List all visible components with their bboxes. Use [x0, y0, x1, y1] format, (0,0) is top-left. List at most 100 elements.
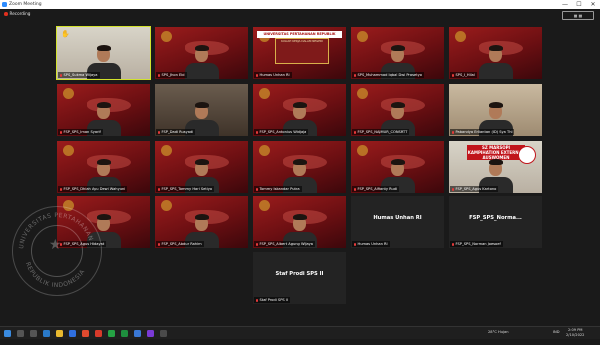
participant-tile[interactable]: Tommy Iskandar Putra: [253, 141, 346, 193]
participant-name: FSP_SPS_Tommy Hari Setiyo: [161, 187, 213, 191]
person-hair: [488, 102, 503, 108]
muted-mic-icon: [256, 187, 258, 191]
participant-name-label: FSP_SPS_Norman Joesoef: [450, 241, 503, 247]
muted-mic-icon: [452, 130, 454, 134]
window-title: Zoom Meeting: [9, 2, 42, 7]
muted-mic-icon: [354, 242, 356, 246]
shared-screen-banner: UNIVERSITAS PERTAHANAN REPUBLIK INDONESI…: [257, 31, 342, 43]
participant-name: Humas Unhan RI: [259, 73, 290, 77]
muted-mic-icon: [158, 242, 160, 246]
person-hair: [292, 214, 307, 220]
participant-name: SPS_Sukma Wijaya: [63, 73, 98, 77]
muted-mic-icon: [256, 298, 258, 302]
file-explorer-icon[interactable]: [56, 329, 63, 337]
participant-tile[interactable]: ✋ SPS_Sukma Wijaya: [56, 26, 151, 80]
muted-mic-icon: [452, 187, 454, 191]
close-button[interactable]: ✕: [586, 0, 600, 9]
maximize-button[interactable]: ☐: [572, 0, 586, 9]
participant-tile[interactable]: SPS_Jhon Ebi: [155, 27, 248, 79]
windows-taskbar: 28°C Hujan IND 2:09 PM 2/10/2022: [0, 326, 600, 339]
participant-name-label: SPS_Sukma Wijaya: [58, 72, 100, 78]
muted-mic-icon: [452, 73, 454, 77]
participant-name: FSP_SPS_Antonius Widjaja: [259, 130, 307, 134]
participant-tile[interactable]: SZ MARSOPI KAMPIHATION EXTERNAL AUSWOMEN…: [449, 141, 542, 193]
participant-name: SPS_Jhon Ebi: [161, 73, 185, 77]
participant-name: FSP_Dadi Rusyadi: [161, 130, 194, 134]
participant-display-name: Staf Prodi SPS II: [275, 271, 324, 277]
participant-tile[interactable]: Humas Unhan RI Humas Unhan RI: [351, 196, 444, 248]
participant-name-label: FSP_SPS_Agus Kartono: [450, 186, 499, 192]
task-view-icon[interactable]: [30, 329, 37, 337]
participant-name: SPS_Muhammad Iqbal Dwi Prasetyo: [357, 73, 422, 77]
participant-name: FSP_SPS_Albert Agung Wijaya: [259, 242, 313, 246]
participant-tile[interactable]: SPS_I_Hilal: [449, 27, 542, 79]
participant-name-label: FSP_Dadi Rusyadi: [156, 129, 196, 135]
participant-name-label: Humas Unhan RI: [254, 72, 292, 78]
participant-name: FSP_SPS_Dhiah Ayu Dewi Wahyuni: [63, 187, 126, 191]
recording-indicator[interactable]: Recording: [4, 10, 30, 18]
search-icon[interactable]: [17, 329, 24, 337]
shared-slide: KULIAH KERJA DALAM NEGERI: [275, 38, 329, 64]
participant-name-label: FSP_SPS_Iman Syarif: [58, 129, 103, 135]
muted-mic-icon: [256, 242, 258, 246]
participant-name-label: SPS_I_Hilal: [450, 72, 477, 78]
zoom-taskbar-icon[interactable]: [134, 329, 141, 337]
app-icon[interactable]: [147, 329, 154, 337]
person-hair: [194, 45, 209, 51]
participant-name-label: FSP_SPS_Tommy Hari Setiyo: [156, 186, 215, 192]
participant-tile[interactable]: FSP_SPS_Antonius Widjaja: [253, 84, 346, 136]
muted-mic-icon: [354, 187, 356, 191]
participant-tile[interactable]: FSP_SPS_Alfianty Rudi: [351, 141, 444, 193]
seal-bottom-text: REPUBLIK INDONESIA: [24, 261, 87, 289]
start-icon[interactable]: [4, 329, 11, 337]
participant-tile[interactable]: FSP_SPS_Albert Agung Wijaya: [253, 196, 346, 248]
participant-tile[interactable]: FSP_Dadi Rusyadi: [155, 84, 248, 136]
person-hair: [194, 159, 209, 165]
participant-name: Pabandya Erliantan (ID) Sya Thl: [455, 130, 513, 134]
grid-view-icon: ▦ ▦: [573, 13, 583, 18]
participant-name-label: FSP_SPS_NAJMUR_CONSRTT: [352, 129, 410, 135]
edge-browser-icon[interactable]: [43, 329, 50, 337]
person-hair: [96, 45, 111, 51]
powerpoint-icon[interactable]: [82, 329, 89, 337]
participant-tile[interactable]: UNIVERSITAS PERTAHANAN REPUBLIK INDONESI…: [253, 27, 346, 79]
participant-tile[interactable]: FSP_SPS_NAJMUR_CONSRTT: [351, 84, 444, 136]
whatsapp-icon[interactable]: [108, 329, 115, 337]
participant-name: FSP_SPS_NAJMUR_CONSRTT: [357, 130, 408, 134]
participant-name: Humas Unhan RI: [357, 242, 388, 246]
excel-icon[interactable]: [121, 329, 128, 337]
settings-icon[interactable]: [160, 329, 167, 337]
recording-label: Recording: [9, 11, 31, 16]
participant-tile[interactable]: FSP_SPS_Tommy Hari Setiyo: [155, 141, 248, 193]
participant-tile[interactable]: Staf Prodi SPS II Staf Prodi SPS II: [253, 252, 346, 304]
participant-display-name: FSP_SPS_Norma...: [469, 215, 522, 221]
person-hair: [390, 102, 405, 108]
participant-tile[interactable]: FSP_SPS_Dhiah Ayu Dewi Wahyuni: [57, 141, 150, 193]
participant-name: FSP_SPS_Norman Joesoef: [455, 242, 501, 246]
person-hair: [292, 159, 307, 165]
participant-name-label: Tommy Iskandar Putra: [254, 186, 302, 192]
clock-date[interactable]: 2/10/2022: [566, 333, 584, 345]
language-indicator[interactable]: IND: [553, 330, 560, 342]
muted-mic-icon: [256, 130, 258, 134]
minimize-button[interactable]: —: [558, 0, 572, 9]
participant-tile[interactable]: Pabandya Erliantan (ID) Sya Thl: [449, 84, 542, 136]
participant-name-label: SPS_Muhammad Iqbal Dwi Prasetyo: [352, 72, 424, 78]
weather-widget[interactable]: 28°C Hujan: [488, 330, 508, 342]
word-icon[interactable]: [69, 329, 76, 337]
participant-name: SPS_I_Hilal: [455, 73, 475, 77]
participant-tile[interactable]: FSP_SPS_Abdur Rahim: [155, 196, 248, 248]
participant-name-label: FSP_SPS_Alfianty Rudi: [352, 186, 400, 192]
participant-tile[interactable]: FSP_SPS_Norma... FSP_SPS_Norman Joesoef: [449, 196, 542, 248]
muted-mic-icon: [354, 73, 356, 77]
muted-mic-icon: [60, 130, 62, 134]
chrome-icon[interactable]: [95, 329, 102, 337]
view-layout-button[interactable]: ▦ ▦: [562, 11, 594, 20]
participant-tile[interactable]: FSP_SPS_Iman Syarif: [57, 84, 150, 136]
participant-name: Staf Prodi SPS II: [259, 298, 288, 302]
participant-tile[interactable]: FSP_SPS_Agus Hidayat: [57, 196, 150, 248]
participant-name-label: SPS_Jhon Ebi: [156, 72, 187, 78]
person-body: [478, 63, 513, 79]
person-hair: [488, 159, 503, 165]
participant-tile[interactable]: SPS_Muhammad Iqbal Dwi Prasetyo: [351, 27, 444, 79]
